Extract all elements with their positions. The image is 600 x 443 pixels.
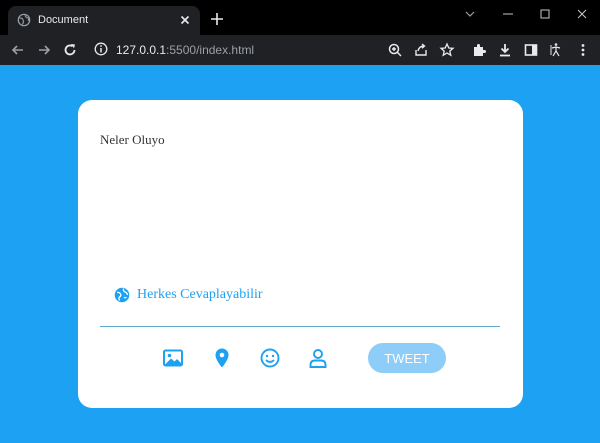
globe-icon [114, 287, 130, 303]
user-icon[interactable] [307, 347, 329, 369]
close-window-icon[interactable] [574, 6, 590, 22]
share-icon[interactable] [413, 42, 429, 58]
tab-title: Document [38, 14, 89, 26]
side-panel-icon[interactable] [523, 42, 539, 58]
forward-icon[interactable] [36, 42, 52, 58]
site-info-icon[interactable] [94, 42, 108, 56]
browser-titlebar: Document [0, 0, 600, 35]
back-icon[interactable] [10, 42, 26, 58]
globe-icon [17, 13, 31, 27]
browser-tab[interactable]: Document [8, 6, 200, 35]
url-path: :5500/index.html [166, 43, 255, 57]
divider [100, 326, 500, 327]
zoom-icon[interactable] [387, 42, 403, 58]
browser-toolbar: 127.0.0.1:5500/index.html [0, 35, 600, 65]
tweet-button[interactable]: TWEET [368, 343, 446, 373]
bookmark-star-icon[interactable] [439, 42, 455, 58]
tweet-composer-card: Neler Oluyo Herkes Cevaplayabilir TWEET [78, 100, 523, 408]
maximize-icon[interactable] [537, 6, 553, 22]
reply-setting-label: Herkes Cevaplayabilir [137, 287, 263, 302]
minimize-icon[interactable] [500, 6, 516, 22]
new-tab-icon[interactable] [210, 12, 224, 26]
emoji-icon[interactable] [259, 347, 281, 369]
image-icon[interactable] [162, 347, 184, 369]
close-tab-icon[interactable] [178, 13, 192, 27]
reply-setting[interactable]: Herkes Cevaplayabilir [114, 287, 263, 303]
menu-dots-icon[interactable] [575, 42, 591, 58]
location-pin-icon[interactable] [211, 347, 233, 369]
download-icon[interactable] [497, 42, 513, 58]
tweet-text-input[interactable]: Neler Oluyo [100, 132, 165, 148]
accessibility-extension-icon[interactable] [548, 42, 564, 58]
tab-search-icon[interactable] [462, 6, 478, 22]
reload-icon[interactable] [62, 42, 78, 58]
extensions-icon[interactable] [471, 42, 487, 58]
url-host: 127.0.0.1 [116, 43, 167, 57]
address-bar[interactable]: 127.0.0.1:5500/index.html [116, 43, 254, 57]
